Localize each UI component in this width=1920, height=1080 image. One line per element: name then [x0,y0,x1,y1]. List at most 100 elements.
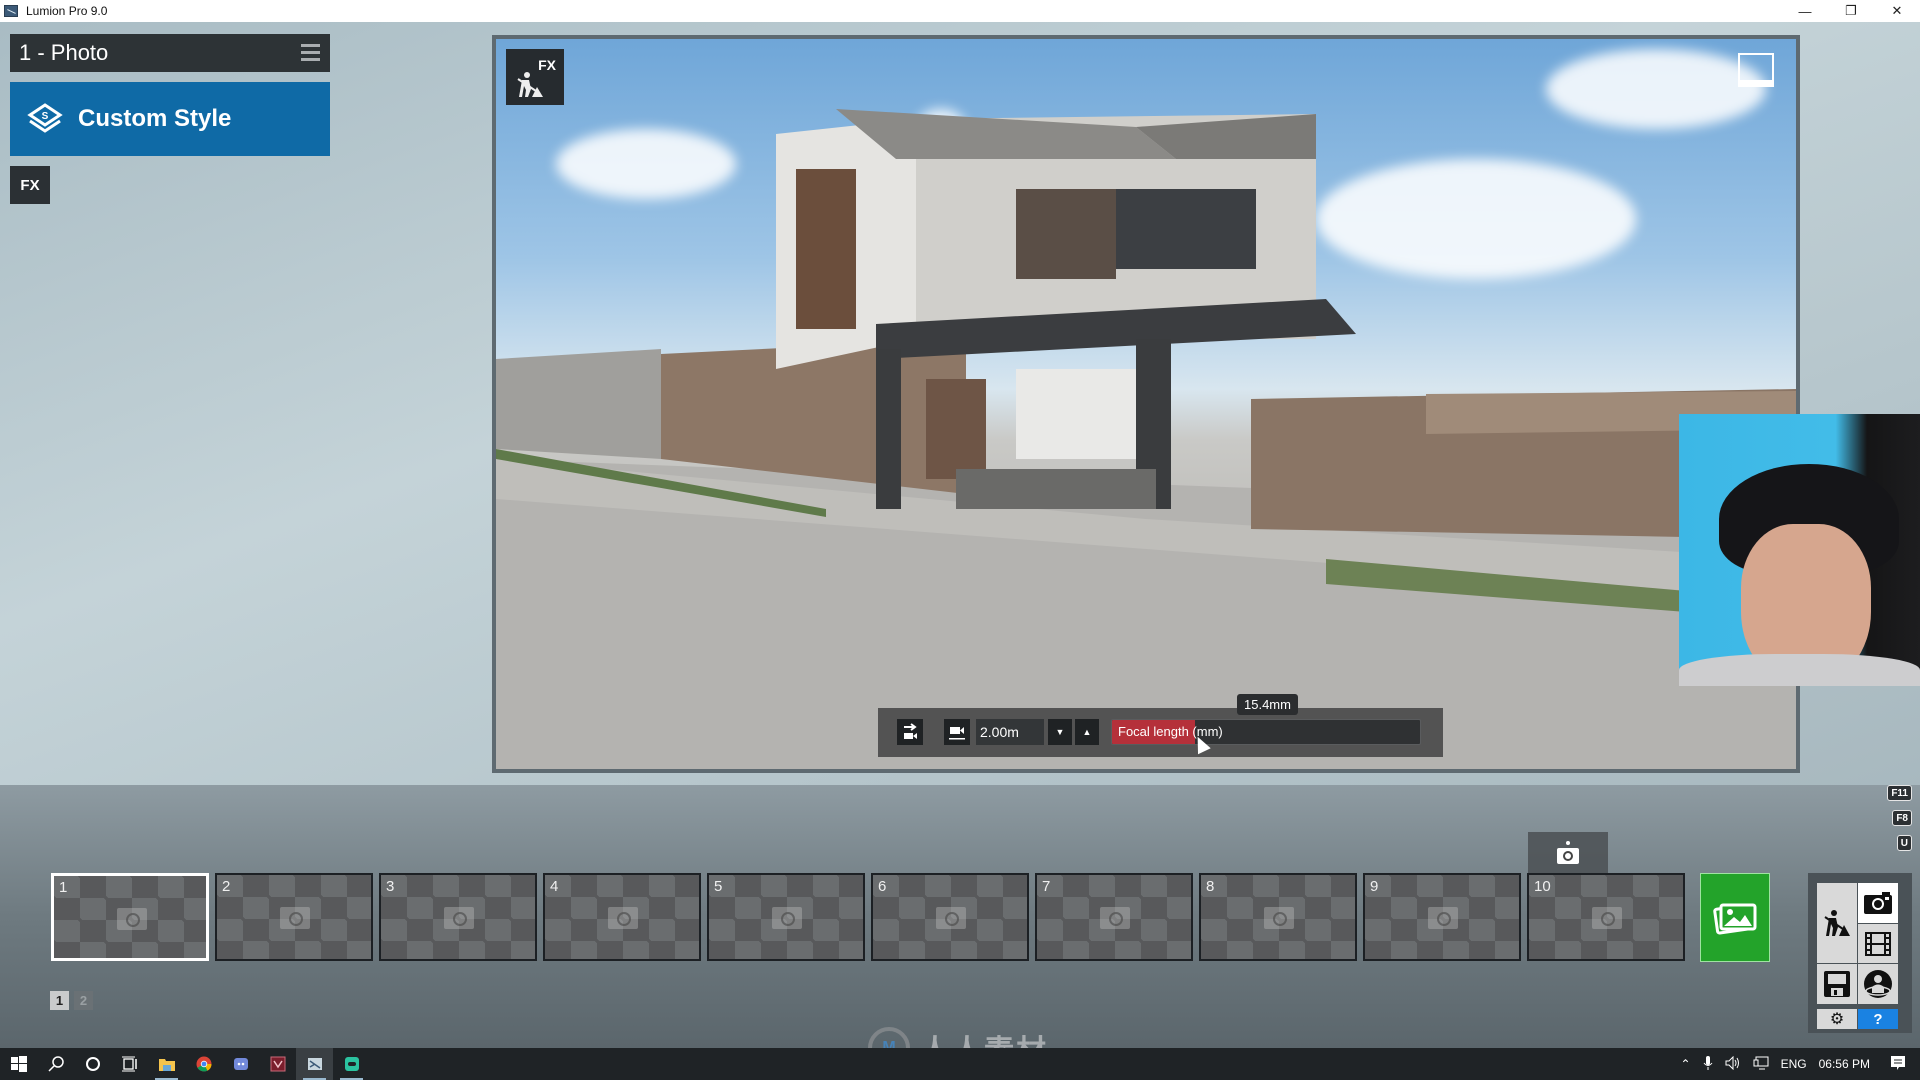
photo-slot-2[interactable]: 2 [215,873,373,961]
photo-slot-number: 4 [550,878,559,895]
camera-placeholder-icon [1428,907,1458,929]
photo-slot-9[interactable]: 9 [1363,873,1521,961]
folder-icon [158,1059,175,1071]
mode-header: 1 - Photo [10,34,330,72]
green-app-taskbar-button[interactable] [333,1048,370,1080]
photo-slot-1[interactable]: 1 [51,873,209,961]
lumion-taskbar-button[interactable] [296,1048,333,1080]
clock[interactable]: 06:56 PM [1819,1057,1870,1071]
f11-key-button[interactable]: F11 [1887,785,1912,801]
restore-button[interactable]: ❐ [1828,0,1874,22]
windows-logo-icon [10,1056,27,1072]
height-up-button[interactable]: ▲ [1075,719,1099,745]
render-photo-set-button[interactable] [1700,873,1770,962]
photo-slot-6[interactable]: 6 [871,873,1029,961]
photo-slot-number: 8 [1206,878,1215,895]
tray-overflow-chevron-icon[interactable]: ⌃ [1681,1057,1691,1071]
search-icon [47,1056,64,1072]
movie-mode-button[interactable] [1858,924,1898,963]
chrome-icon [196,1056,211,1072]
photo-slot-3[interactable]: 3 [379,873,537,961]
camera-placeholder-icon [117,908,147,930]
photo-mode-button[interactable] [1858,883,1898,923]
photo-slot-10[interactable]: 10 [1527,873,1685,961]
hamburger-menu-icon[interactable] [301,44,320,61]
cortana-circle-icon [85,1057,100,1071]
height-down-button[interactable]: ▼ [1048,719,1072,745]
photo-slot-number: 5 [714,878,723,895]
panorama-360-button[interactable] [1858,964,1898,1004]
search-button[interactable] [37,1048,74,1080]
window-title: Lumion Pro 9.0 [26,4,108,18]
camera-placeholder-icon [936,907,966,929]
video-camera-icon [949,727,965,740]
task-view-button[interactable] [111,1048,148,1080]
focal-length-tooltip: 15.4mm [1237,694,1298,715]
viewport-fx-effects-button[interactable]: FX [506,49,564,105]
floppy-disk-icon [1824,971,1850,997]
frame-toggle-icon[interactable] [1738,53,1774,87]
cortana-button[interactable] [74,1048,111,1080]
camera-placeholder-icon [280,907,310,929]
photo-viewport[interactable]: FX 2.00m ▼ ▲ Focal length (mm) 15.4mm [492,35,1800,773]
save-button[interactable] [1817,964,1857,1004]
camera-placeholder-icon [1100,907,1130,929]
fx-button[interactable]: FX [10,166,50,204]
film-strip-icon [1865,931,1891,956]
system-tray: ⌃ ENG 06:56 PM [1675,1048,1920,1080]
window-controls: — ❐ ✕ [1782,0,1920,22]
red-app-taskbar-button[interactable] [259,1048,296,1080]
take-photo-button[interactable] [1528,832,1608,874]
network-icon[interactable] [1753,1056,1769,1073]
start-button[interactable] [0,1048,37,1080]
windows-taskbar: ⌃ ENG 06:56 PM [0,1048,1920,1080]
panorama-360-icon [1864,970,1892,998]
discord-taskbar-button[interactable] [222,1048,259,1080]
lumion-app-icon [4,5,18,17]
camera-placeholder-icon [1264,907,1294,929]
camera-placeholder-icon [1592,907,1622,929]
focal-length-slider[interactable]: Focal length (mm) [1111,719,1421,745]
volume-icon[interactable] [1725,1055,1741,1073]
photo-slot-number: 1 [59,879,68,896]
page-2-button[interactable]: 2 [74,991,93,1010]
images-icon [1713,903,1757,934]
swap-camera-button[interactable] [897,719,923,745]
red-app-icon [270,1056,285,1072]
help-button[interactable]: ? [1858,1009,1898,1029]
build-mode-button[interactable] [1817,883,1857,963]
custom-style-button[interactable]: S Custom Style [10,82,330,156]
title-bar: Lumion Pro 9.0 — ❐ ✕ [0,0,1920,22]
settings-button[interactable]: ⚙ [1817,1009,1857,1029]
chrome-taskbar-button[interactable] [185,1048,222,1080]
build-worker-icon [1824,910,1850,936]
layers-style-icon: S [27,103,63,133]
photo-slot-number: 3 [386,878,395,895]
action-center-icon[interactable] [1890,1055,1906,1074]
language-indicator[interactable]: ENG [1781,1057,1807,1071]
minimize-button[interactable]: — [1782,0,1828,22]
photo-slot-7[interactable]: 7 [1035,873,1193,961]
camera-height-value[interactable]: 2.00m [976,719,1044,745]
camera-placeholder-icon [608,907,638,929]
photo-slot-8[interactable]: 8 [1199,873,1357,961]
photo-slot-5[interactable]: 5 [707,873,865,961]
f8-key-button[interactable]: F8 [1892,810,1912,826]
webcam-overlay [1679,414,1920,686]
microphone-icon[interactable] [1703,1055,1713,1074]
photo-slot-4[interactable]: 4 [543,873,701,961]
close-button[interactable]: ✕ [1874,0,1920,22]
custom-style-label: Custom Style [78,105,232,132]
discord-icon [233,1058,248,1070]
camera-placeholder-icon [444,907,474,929]
mode-title: 1 - Photo [19,40,109,65]
camera-height-button[interactable] [944,719,970,745]
photo-slot-number: 7 [1042,878,1051,895]
task-view-icon [121,1056,137,1072]
photo-slot-number: 10 [1534,878,1551,895]
camera-control-bar: 2.00m ▼ ▲ Focal length (mm) 15.4mm [878,694,1443,757]
mode-palette: ⚙ ? [1808,873,1912,1033]
file-explorer-taskbar-button[interactable] [148,1048,185,1080]
page-1-button[interactable]: 1 [50,991,69,1010]
u-key-button[interactable]: U [1896,835,1912,851]
